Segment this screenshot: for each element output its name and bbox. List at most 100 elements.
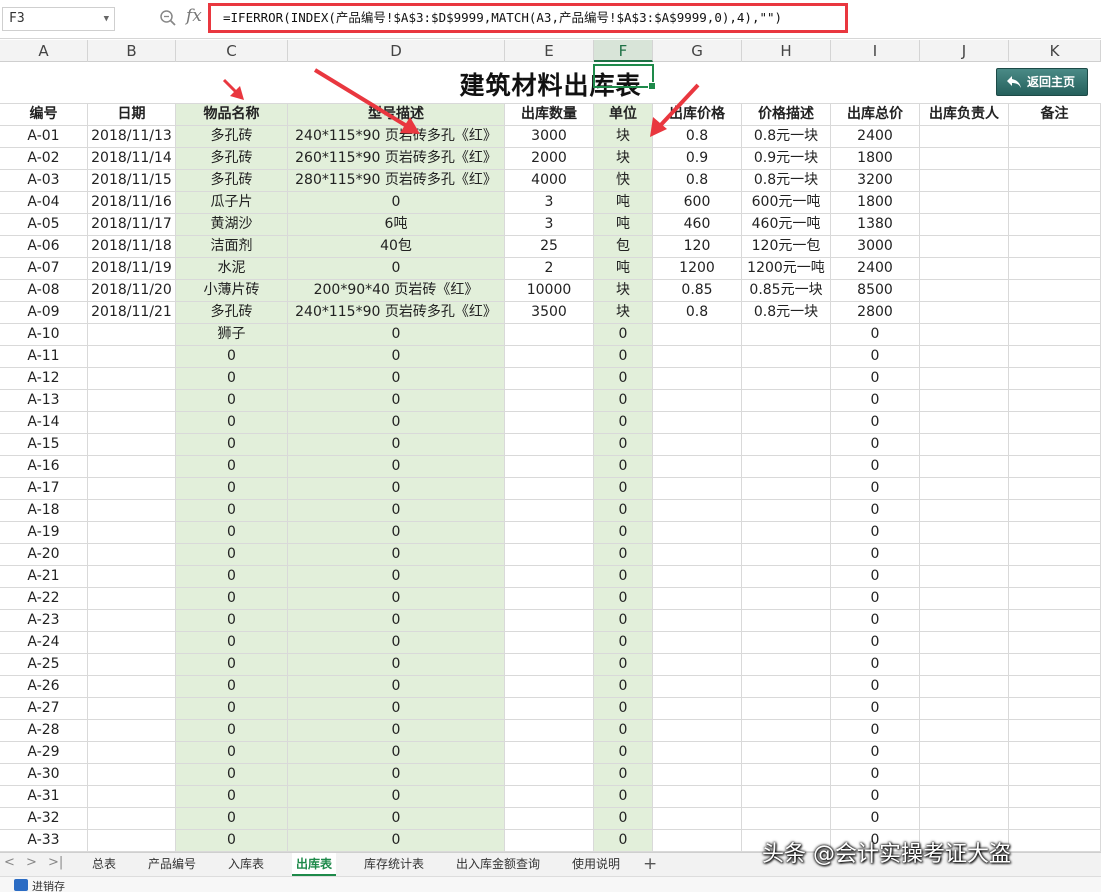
table-cell[interactable]: A-10	[0, 324, 88, 346]
table-cell[interactable]	[505, 390, 594, 412]
table-cell[interactable]: 0	[831, 676, 920, 698]
table-cell[interactable]	[742, 676, 831, 698]
table-cell[interactable]	[920, 346, 1009, 368]
table-cell[interactable]	[742, 434, 831, 456]
table-cell[interactable]	[505, 346, 594, 368]
header-cell[interactable]: 价格描述	[742, 104, 831, 126]
table-cell[interactable]: A-14	[0, 412, 88, 434]
table-cell[interactable]	[1009, 500, 1101, 522]
table-cell[interactable]: A-01	[0, 126, 88, 148]
table-cell[interactable]	[920, 126, 1009, 148]
column-header-g[interactable]: G	[653, 40, 742, 62]
table-cell[interactable]: 0	[831, 478, 920, 500]
table-cell[interactable]: 0	[831, 808, 920, 830]
table-cell[interactable]	[653, 676, 742, 698]
table-cell[interactable]: A-09	[0, 302, 88, 324]
table-cell[interactable]: 快	[594, 170, 653, 192]
table-cell[interactable]	[505, 368, 594, 390]
table-cell[interactable]: 2018/11/16	[88, 192, 176, 214]
table-cell[interactable]: 0	[288, 412, 505, 434]
table-cell[interactable]: 0	[594, 808, 653, 830]
table-cell[interactable]	[653, 390, 742, 412]
table-cell[interactable]: 0	[176, 588, 288, 610]
table-cell[interactable]: 0	[288, 742, 505, 764]
table-cell[interactable]	[505, 808, 594, 830]
table-cell[interactable]: 0	[288, 324, 505, 346]
table-cell[interactable]: 0	[831, 456, 920, 478]
table-cell[interactable]	[742, 808, 831, 830]
column-header-e[interactable]: E	[505, 40, 594, 62]
table-cell[interactable]: 0	[831, 544, 920, 566]
table-cell[interactable]: 460元一吨	[742, 214, 831, 236]
column-header-c[interactable]: C	[176, 40, 288, 62]
table-cell[interactable]	[920, 302, 1009, 324]
table-cell[interactable]	[1009, 522, 1101, 544]
table-cell[interactable]	[88, 764, 176, 786]
table-cell[interactable]: A-06	[0, 236, 88, 258]
table-cell[interactable]	[653, 610, 742, 632]
add-sheet-icon[interactable]: +	[643, 853, 657, 875]
table-cell[interactable]: 2800	[831, 302, 920, 324]
table-cell[interactable]: A-33	[0, 830, 88, 852]
table-cell[interactable]	[505, 434, 594, 456]
table-cell[interactable]	[742, 456, 831, 478]
table-cell[interactable]	[88, 654, 176, 676]
table-cell[interactable]	[742, 720, 831, 742]
table-cell[interactable]	[653, 720, 742, 742]
table-cell[interactable]: 0	[594, 368, 653, 390]
table-cell[interactable]: 2018/11/19	[88, 258, 176, 280]
table-cell[interactable]: 0	[176, 764, 288, 786]
table-cell[interactable]	[505, 720, 594, 742]
table-cell[interactable]	[920, 390, 1009, 412]
table-cell[interactable]: 3	[505, 214, 594, 236]
table-cell[interactable]: A-31	[0, 786, 88, 808]
table-cell[interactable]: 0	[176, 456, 288, 478]
table-cell[interactable]: 0	[176, 346, 288, 368]
table-cell[interactable]: 0	[288, 588, 505, 610]
table-cell[interactable]: 3	[505, 192, 594, 214]
table-cell[interactable]	[653, 632, 742, 654]
table-cell[interactable]: 0	[176, 654, 288, 676]
table-cell[interactable]	[1009, 698, 1101, 720]
table-cell[interactable]: 黄湖沙	[176, 214, 288, 236]
table-cell[interactable]: 0	[594, 412, 653, 434]
table-cell[interactable]: 0	[594, 654, 653, 676]
column-header-k[interactable]: K	[1009, 40, 1101, 62]
table-cell[interactable]: 0	[831, 346, 920, 368]
table-cell[interactable]	[653, 478, 742, 500]
table-cell[interactable]	[653, 830, 742, 852]
table-cell[interactable]	[505, 522, 594, 544]
table-cell[interactable]	[505, 588, 594, 610]
header-cell[interactable]: 出库负责人	[920, 104, 1009, 126]
name-box[interactable]: F3 ▼	[2, 7, 115, 31]
table-cell[interactable]: 块	[594, 126, 653, 148]
fx-icon[interactable]: fx	[186, 6, 202, 26]
table-cell[interactable]: 吨	[594, 258, 653, 280]
table-cell[interactable]: 0	[594, 786, 653, 808]
table-cell[interactable]	[742, 742, 831, 764]
table-cell[interactable]: A-32	[0, 808, 88, 830]
table-cell[interactable]	[920, 324, 1009, 346]
table-cell[interactable]: 260*115*90 页岩砖多孔《红》	[288, 148, 505, 170]
table-cell[interactable]	[88, 500, 176, 522]
table-cell[interactable]	[1009, 126, 1101, 148]
table-cell[interactable]	[88, 566, 176, 588]
table-cell[interactable]	[920, 654, 1009, 676]
header-cell[interactable]: 日期	[88, 104, 176, 126]
table-cell[interactable]	[88, 346, 176, 368]
table-cell[interactable]	[1009, 258, 1101, 280]
table-cell[interactable]: 0.8元一块	[742, 126, 831, 148]
table-cell[interactable]	[1009, 808, 1101, 830]
table-cell[interactable]	[1009, 148, 1101, 170]
table-cell[interactable]	[505, 566, 594, 588]
table-cell[interactable]	[920, 368, 1009, 390]
table-cell[interactable]: 0	[288, 368, 505, 390]
table-cell[interactable]	[1009, 676, 1101, 698]
table-cell[interactable]	[920, 522, 1009, 544]
table-cell[interactable]: A-28	[0, 720, 88, 742]
table-cell[interactable]: A-30	[0, 764, 88, 786]
table-cell[interactable]: 0	[831, 368, 920, 390]
table-cell[interactable]	[653, 786, 742, 808]
sheet-tab[interactable]: 出入库金额查询	[452, 853, 544, 876]
table-cell[interactable]: 包	[594, 236, 653, 258]
